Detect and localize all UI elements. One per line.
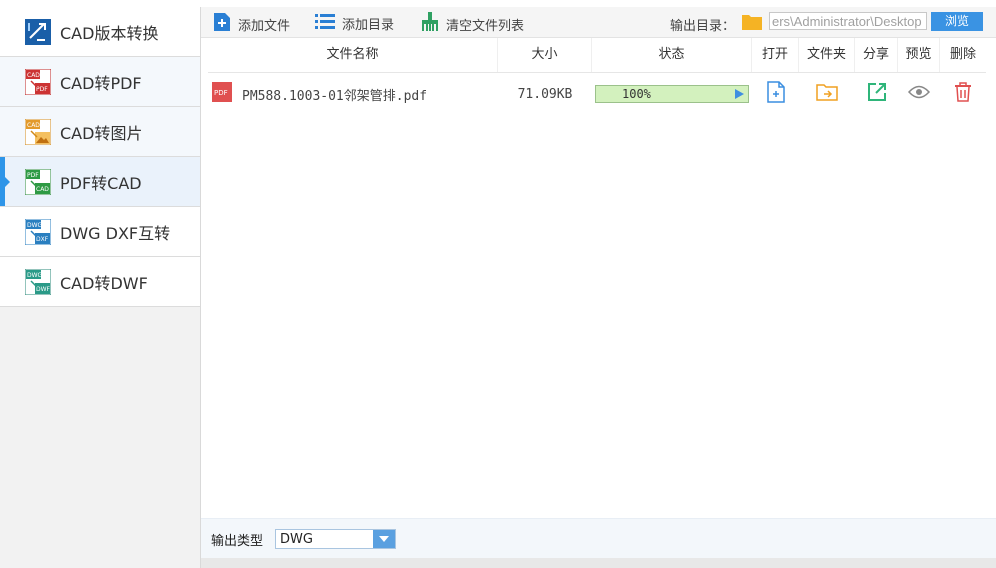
output-dir-input[interactable] (769, 12, 927, 30)
column-header-name: 文件名称 (208, 38, 498, 72)
output-type-select[interactable]: DWG (275, 529, 396, 549)
column-header-size: 大小 (498, 38, 592, 72)
pdf-to-cad-icon: PDF CAD (25, 168, 51, 195)
add-file-icon (213, 12, 231, 36)
open-file-icon (766, 81, 785, 107)
broom-icon (421, 12, 439, 36)
progress-text: 100% (622, 87, 651, 101)
cad-version-icon (25, 18, 51, 45)
file-size-cell: 71.09KB (498, 73, 592, 115)
sidebar-item-dwg-dxf[interactable]: DWG DXF DWG DXF互转 (0, 207, 200, 257)
table-row[interactable]: PDF PM588.1003-01邻架管排.pdf 71.09KB 100% (208, 73, 986, 115)
sidebar-item-label: CAD转图片 (60, 123, 143, 143)
delete-button[interactable] (940, 73, 986, 115)
svg-text:CAD: CAD (27, 72, 40, 79)
sidebar-item-cad-to-pdf[interactable]: CAD PDF CAD转PDF (0, 57, 200, 107)
list-icon (315, 12, 335, 34)
add-directory-label: 添加目录 (342, 17, 395, 33)
pdf-file-icon: PDF (212, 82, 232, 106)
dwg-dxf-icon: DWG DXF (25, 218, 51, 245)
svg-text:PDF: PDF (214, 89, 228, 97)
progress-fill (596, 86, 748, 102)
eye-icon (907, 85, 931, 103)
folder-icon[interactable] (742, 14, 762, 34)
clear-list-label: 清空文件列表 (446, 18, 525, 34)
chevron-down-icon[interactable] (373, 530, 395, 548)
svg-text:DWF: DWF (36, 286, 51, 293)
cad-to-dwf-icon: DWG DWF (25, 268, 51, 295)
share-icon (867, 82, 887, 106)
sidebar-item-label: CAD转PDF (60, 73, 142, 93)
sidebar-item-pdf-to-cad[interactable]: PDF CAD PDF转CAD (0, 157, 200, 207)
add-directory-button[interactable]: 添加目录 (315, 12, 394, 34)
sidebar-item-label: DWG DXF互转 (60, 223, 171, 243)
play-icon (735, 89, 744, 99)
file-name-cell: PDF PM588.1003-01邻架管排.pdf (208, 73, 498, 115)
svg-text:CAD: CAD (36, 186, 49, 193)
column-header-share: 分享 (855, 38, 898, 72)
column-header-open: 打开 (752, 38, 799, 72)
sidebar-item-cad-to-image[interactable]: CAD CAD转图片 (0, 107, 200, 157)
sidebar-item-cad-version[interactable]: CAD版本转换 (0, 7, 200, 57)
trash-icon (954, 82, 972, 106)
preview-button[interactable] (898, 73, 940, 115)
column-header-folder: 文件夹 (799, 38, 855, 72)
sidebar-item-label: CAD转DWF (60, 273, 148, 293)
svg-text:CAD: CAD (27, 122, 40, 129)
file-table-header: 文件名称 大小 状态 打开 文件夹 分享 预览 删除 (208, 38, 986, 73)
status-strip (201, 558, 996, 568)
svg-text:PDF: PDF (36, 86, 48, 93)
sidebar-item-label: CAD版本转换 (60, 23, 159, 43)
add-file-button[interactable]: 添加文件 (213, 12, 290, 36)
column-header-delete: 删除 (949, 47, 976, 62)
sidebar-item-cad-to-dwf[interactable]: DWG DWF CAD转DWF (0, 257, 200, 307)
column-header-status: 状态 (592, 38, 752, 72)
svg-text:DWG: DWG (27, 222, 43, 229)
output-dir-label: 输出目录： (670, 19, 736, 34)
sidebar: CAD版本转换 CAD PDF CAD转PDF CAD CAD转图片 PDF CAD… (0, 7, 201, 568)
svg-text:PDF: PDF (27, 172, 39, 179)
svg-text:DXF: DXF (36, 236, 49, 243)
status-cell: 100% (592, 73, 752, 115)
cad-to-image-icon: CAD (25, 118, 51, 145)
share-button[interactable] (855, 73, 898, 115)
open-folder-button[interactable] (799, 73, 855, 115)
folder-open-icon (816, 83, 838, 105)
column-header-preview: 预览 (898, 38, 940, 72)
progress-bar: 100% (595, 85, 749, 103)
cad-to-pdf-icon: CAD PDF (25, 68, 51, 95)
clear-list-button[interactable]: 清空文件列表 (421, 12, 524, 36)
svg-text:DWG: DWG (27, 272, 43, 279)
toolbar: 添加文件 添加目录 清空文件列表 输出目录： 浏览 (201, 7, 996, 38)
output-type-label: 输出类型 (211, 534, 264, 549)
output-type-value: DWG (280, 532, 313, 547)
file-size: 71.09KB (517, 86, 573, 102)
add-file-label: 添加文件 (238, 18, 291, 34)
window-top-strip (0, 0, 996, 7)
sidebar-item-label: PDF转CAD (60, 173, 142, 193)
bottom-bar: 输出类型 DWG (201, 518, 996, 559)
open-file-button[interactable] (752, 73, 799, 115)
browse-button[interactable]: 浏览 (931, 12, 983, 31)
file-name: PM588.1003-01邻架管排.pdf (242, 88, 428, 104)
